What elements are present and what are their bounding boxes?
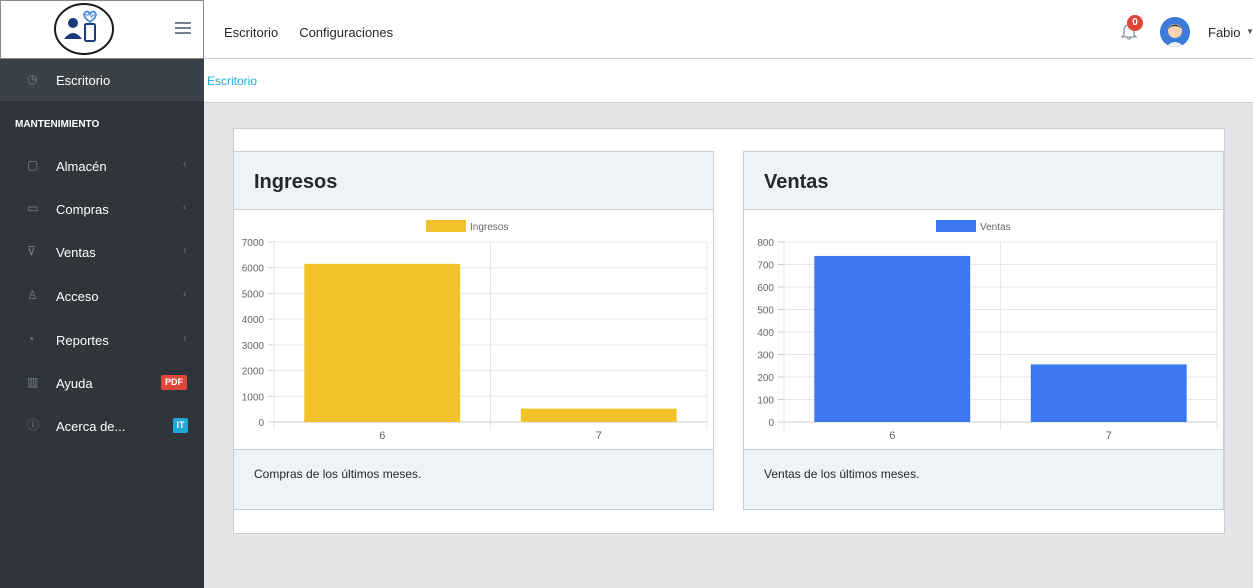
sidebar-item-label: Almacén [56,159,107,174]
pie-chart-icon: ◔ [27,332,35,346]
y-tick-label: 0 [258,418,264,429]
brand-logo-area[interactable] [0,0,204,59]
book-icon: ▥ [27,375,39,389]
y-tick-label: 1000 [242,392,265,403]
nav-link-configuraciones[interactable]: Configuraciones [299,25,393,40]
sidebar-item-escritorio[interactable]: ◷ Escritorio [0,59,204,101]
sidebar-item-acceso[interactable]: ♙ Acceso ‹ [0,275,204,317]
x-tick-label: 7 [596,430,602,442]
y-tick-label: 600 [757,283,774,294]
y-tick-label: 300 [757,351,774,362]
ingresos-card: Ingresos Ingresos 0 1000 2000 3000 4000 5000 60… [233,151,714,510]
ventas-chart: Ventas 0 100 200 300 400 500 600 700 800 6 7 [757,220,1218,442]
y-tick-label: 500 [757,306,774,317]
y-tick-label: 2000 [242,367,265,378]
it-badge: IT [173,418,188,433]
y-tick-label: 800 [757,238,774,249]
y-tick-label: 400 [757,328,774,339]
sidebar-item-label: Compras [56,202,109,217]
card-header: Ventas [744,152,1223,210]
legend-label: Ingresos [470,222,508,233]
pdf-badge: PDF [161,375,187,390]
sidebar-item-compras[interactable]: ▭ Compras ‹ [0,188,204,230]
info-icon: ⓘ [27,418,40,432]
card-header: Ingresos [234,152,713,210]
card-title: Ingresos [254,171,338,193]
legend[interactable]: Ingresos [426,220,508,233]
nav-link-escritorio[interactable]: Escritorio [224,25,278,40]
sidebar-item-almacen[interactable]: ▢ Almacén ‹ [0,145,204,187]
sidebar-item-reportes[interactable]: ◔ Reportes ‹ [0,319,204,361]
sidebar-item-label: Ventas [56,245,96,260]
sidebar: ◷ Escritorio MANTENIMIENTO ▢ Almacén ‹ ▭… [0,59,204,588]
sidebar-item-label: Ayuda [56,376,93,391]
sidebar-item-acerca[interactable]: ⓘ Acerca de... IT [0,405,204,447]
bar[interactable] [1030,364,1187,422]
chevron-left-icon: ‹ [183,333,187,344]
legend-swatch [426,220,466,232]
speedometer-icon: ◷ [27,72,38,86]
y-tick-label: 6000 [242,264,265,275]
x-tick-label: 6 [889,430,895,442]
user-name[interactable]: Fabio [1208,25,1241,40]
y-tick-label: 0 [768,418,774,429]
folder-icon: ▭ [27,201,39,215]
sidebar-item-label: Acerca de... [56,419,126,434]
avatar[interactable] [1160,17,1190,47]
y-tick-label: 700 [757,261,774,272]
card-body: Ingresos 0 1000 2000 3000 4000 5000 6000 7000 6 7 [234,210,713,450]
cart-icon: ⊽ [27,244,36,258]
y-tick-label: 100 [757,396,774,407]
x-tick-label: 6 [379,430,385,442]
chevron-left-icon: ‹ [183,245,187,256]
chevron-left-icon: ‹ [183,159,187,170]
y-tick-label: 3000 [242,341,265,352]
legend-label: Ventas [980,222,1011,233]
card-footer: Compras de los últimos meses. [254,467,422,481]
sidebar-item-label: Acceso [56,289,99,304]
menu-toggle-icon[interactable] [175,22,191,35]
user-avatar-icon [1160,17,1190,47]
ventas-card: Ventas Ventas 0 100 200 300 400 500 600 700 800 6 7… [743,151,1224,510]
x-tick-label: 7 [1106,430,1112,442]
sidebar-item-ayuda[interactable]: ▥ Ayuda PDF [0,362,204,404]
sidebar-item-ventas[interactable]: ⊽ Ventas ‹ [0,231,204,273]
app-logo-icon [54,3,114,55]
chevron-left-icon: ‹ [183,202,187,213]
ingresos-chart: Ingresos 0 1000 2000 3000 4000 5000 6000 7000 6 7 [242,220,708,442]
sidebar-item-label: Escritorio [56,73,111,88]
breadcrumb-item[interactable]: Escritorio [207,74,257,88]
notification-badge: 0 [1127,15,1143,31]
chevron-left-icon: ‹ [183,289,187,300]
users-icon: ♙ [27,288,38,302]
y-tick-label: 5000 [242,289,265,300]
clipboard-icon: ▢ [27,158,39,172]
y-tick-label: 200 [757,373,774,384]
sidebar-section-title: MANTENIMIENTO [15,119,100,130]
y-tick-label: 7000 [242,238,265,249]
legend-swatch [936,220,976,232]
bar[interactable] [304,263,461,422]
breadcrumb: Escritorio [204,59,1253,103]
top-nav: Escritorio Configuraciones [224,25,414,40]
bar[interactable] [814,255,971,422]
bar[interactable] [520,408,677,422]
y-tick-label: 4000 [242,315,265,326]
app-header: Escritorio Configuraciones 0 Fabio ▼ [0,0,1253,59]
card-footer: Ventas de los últimos meses. [764,467,920,481]
caret-down-icon[interactable]: ▼ [1246,27,1253,36]
sidebar-item-label: Reportes [56,333,109,348]
legend[interactable]: Ventas [936,220,1011,233]
card-body: Ventas 0 100 200 300 400 500 600 700 800 6 7 [744,210,1223,450]
card-title: Ventas [764,171,829,193]
